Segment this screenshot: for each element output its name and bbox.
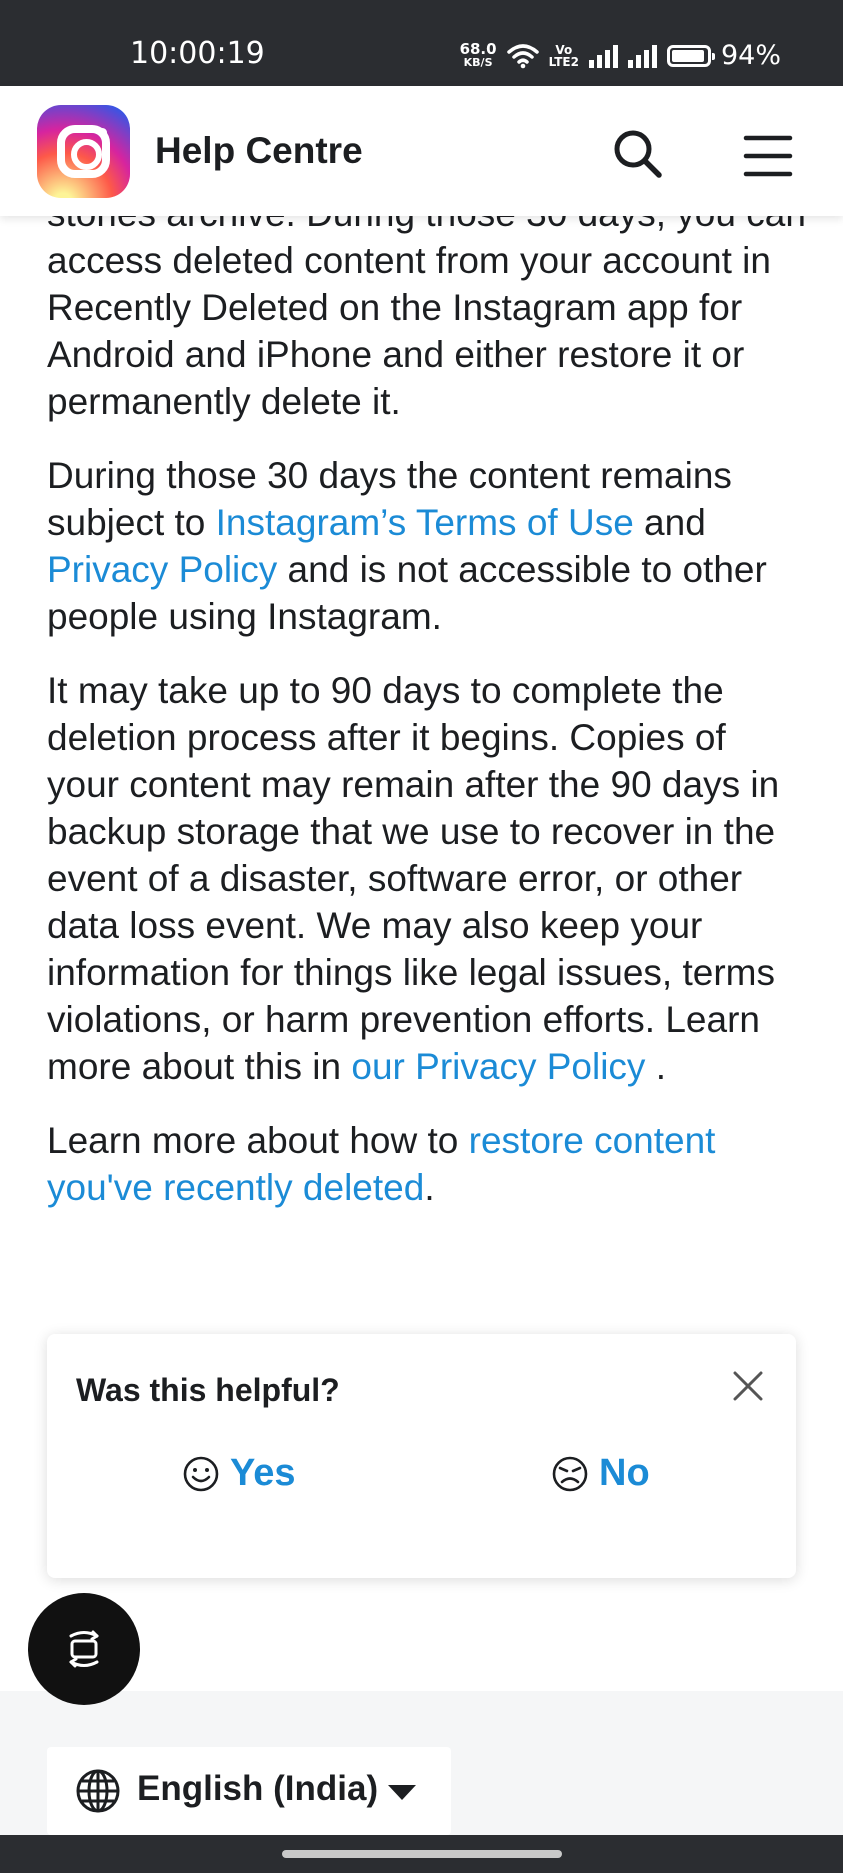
our-privacy-policy-link[interactable]: our Privacy Policy xyxy=(351,1046,645,1087)
floating-action-button[interactable] xyxy=(28,1593,140,1705)
status-time: 10:00:19 xyxy=(130,36,265,71)
volte-indicator: Vo LTE2 xyxy=(549,44,579,68)
feedback-yes-label: Yes xyxy=(230,1452,296,1494)
instagram-logo-icon[interactable] xyxy=(37,105,130,198)
status-icons: 68.0 KB/S Vo LTE2 94% xyxy=(460,40,781,71)
battery-percent: 94% xyxy=(720,40,781,71)
privacy-policy-link[interactable]: Privacy Policy xyxy=(47,549,277,590)
rotate-screen-icon xyxy=(69,1630,99,1668)
article-paragraph: stories archive. During those 30 days, y… xyxy=(47,193,806,422)
network-speed-value: 68.0 xyxy=(459,39,497,58)
language-label: English (India) xyxy=(137,1769,379,1808)
feedback-no-label: No xyxy=(599,1452,650,1494)
paragraph-text: . xyxy=(424,1167,435,1208)
feedback-yes-button[interactable]: Yes xyxy=(182,1452,296,1495)
caret-down-icon xyxy=(388,1785,416,1800)
network-speed-unit: KB/S xyxy=(463,55,493,69)
network-speed: 68.0 KB/S xyxy=(459,39,497,69)
article-body: stories archive. During those 30 days, y… xyxy=(47,190,807,1238)
smile-icon xyxy=(183,1456,219,1491)
paragraph-text: and xyxy=(633,502,706,543)
home-gesture-handle[interactable] xyxy=(282,1850,562,1858)
help-centre-header: Help Centre xyxy=(0,86,843,216)
language-selector[interactable]: English (India) xyxy=(47,1747,451,1835)
terms-of-use-link[interactable]: Instagram’s Terms of Use xyxy=(216,502,634,543)
frown-icon xyxy=(552,1456,588,1491)
status-bar: 10:00:19 68.0 KB/S Vo LTE2 94% xyxy=(0,0,843,86)
wifi-icon xyxy=(506,43,539,68)
paragraph-text: . xyxy=(645,1046,666,1087)
search-icon[interactable] xyxy=(610,126,666,182)
article-paragraph: Learn more about how to restore content … xyxy=(47,1117,807,1211)
paragraph-text: It may take up to 90 days to complete th… xyxy=(47,670,780,1087)
system-navigation-bar xyxy=(0,1835,843,1873)
article-paragraph: It may take up to 90 days to complete th… xyxy=(47,667,807,1090)
signal-icon-sim2 xyxy=(627,44,657,68)
globe-icon xyxy=(76,1769,120,1813)
battery-icon xyxy=(666,44,715,67)
close-icon[interactable] xyxy=(730,1368,766,1404)
page-title[interactable]: Help Centre xyxy=(155,130,363,172)
volte-top-label: Vo xyxy=(555,42,573,57)
signal-icon-sim1 xyxy=(588,44,618,68)
feedback-question: Was this helpful? xyxy=(76,1372,340,1408)
battery-level-fill xyxy=(671,49,704,62)
paragraph-text: Learn more about how to xyxy=(47,1120,469,1161)
volte-bottom-label: LTE2 xyxy=(548,54,579,69)
feedback-card: Was this helpful? Yes No xyxy=(47,1334,796,1578)
footer: English (India) xyxy=(0,1691,843,1835)
menu-icon[interactable] xyxy=(740,128,796,184)
article-paragraph: During those 30 days the content remains… xyxy=(47,452,807,640)
feedback-no-button[interactable]: No xyxy=(551,1452,650,1495)
